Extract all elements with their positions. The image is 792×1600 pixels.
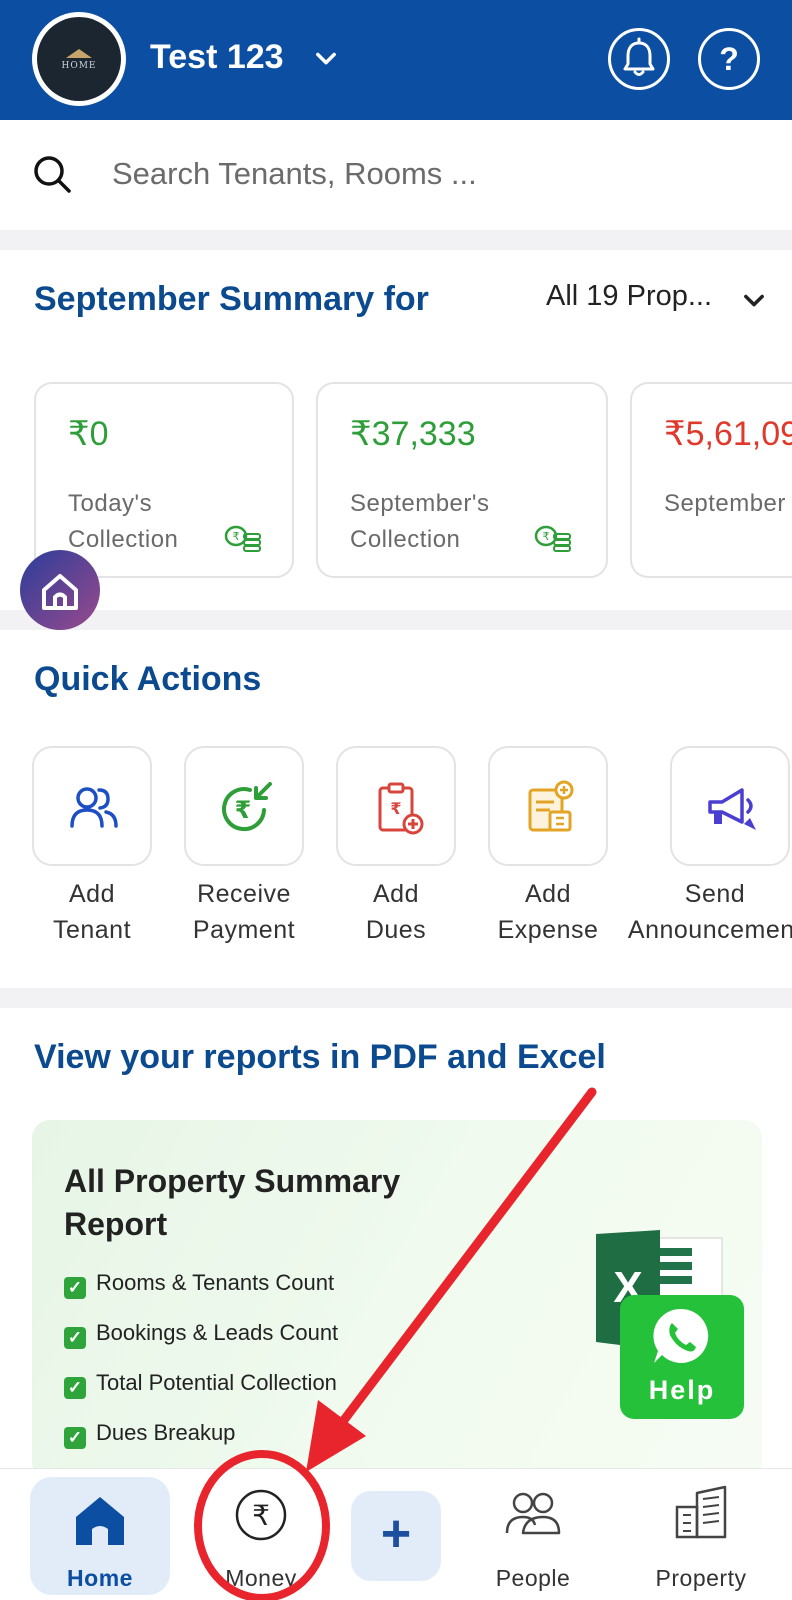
bottom-navigation: Home ₹ Money + People Property [0,1468,792,1600]
help-button[interactable]: ? [698,28,760,90]
add-tenant-label: Add Tenant [52,880,132,944]
whatsapp-help-button[interactable]: Help [620,1295,744,1419]
account-name[interactable]: Test 123 [150,38,284,77]
building-icon [675,1485,727,1539]
top-header: HOME Test 123 ? [0,0,792,120]
nav-item-property[interactable]: Property [626,1469,776,1600]
org-logo-avatar[interactable]: HOME [32,12,126,106]
dues-clipboard-icon: ₹ [378,782,424,835]
todays-collection-card[interactable]: ₹0 Today's Collection ₹ [34,382,294,578]
month-collection-card[interactable]: ₹37,333 September's Collection ₹ [316,382,608,578]
home-icon [76,1497,124,1545]
people-icon [505,1492,561,1535]
report-feature: ✓ Bookings & Leads Count [64,1320,338,1349]
month-dues-card[interactable]: ₹5,61,09 September Dues [630,382,792,578]
expense-calculator-icon [528,780,574,832]
nav-item-people[interactable]: People [468,1469,598,1600]
coins-icon: ₹ [534,525,571,552]
rupee-circle-icon: ₹ [235,1489,287,1541]
search-bar [0,120,792,230]
checkbox-icon: ✓ [64,1327,86,1349]
floating-home-button[interactable] [20,550,100,630]
help-label: Help [648,1375,716,1405]
report-feature: ✓ Total Potential Collection [64,1370,337,1399]
report-feature: ✓ Rooms & Tenants Count [64,1270,334,1299]
rupee-receive-icon: ₹ [222,782,272,832]
add-button[interactable]: + [351,1491,441,1581]
card-amount: ₹0 [68,415,109,453]
svg-text:₹: ₹ [252,1499,270,1532]
card-label: September Dues [664,490,792,517]
nav-label: Money [225,1565,297,1591]
house-roof-icon [66,49,92,58]
svg-text:₹: ₹ [233,530,240,543]
svg-text:₹: ₹ [390,799,401,818]
add-dues-button[interactable]: ₹ [336,746,456,866]
nav-label: People [495,1565,571,1591]
svg-text:₹: ₹ [543,530,550,543]
whatsapp-icon [653,1308,709,1363]
search-input[interactable] [112,152,752,196]
add-expense-label: Add Expense [497,880,599,944]
card-label: September's Collection [350,490,490,553]
notifications-button[interactable] [608,28,670,90]
checkbox-icon: ✓ [64,1427,86,1449]
coins-icon: ₹ [224,525,261,552]
nav-item-home[interactable]: Home [30,1469,170,1600]
search-icon [34,156,71,193]
receive-payment-button[interactable]: ₹ [184,746,304,866]
svg-text:₹: ₹ [235,796,252,824]
card-amount: ₹37,333 [350,415,476,453]
users-icon [70,787,118,828]
send-announcement-button[interactable] [670,746,790,866]
add-dues-label: Add Dues [365,880,427,944]
property-filter-select[interactable]: All 19 Prop... [546,280,712,313]
summary-title: September Summary for [34,280,429,318]
quick-actions-section: Quick Actions Add Tenant ₹ Receive Payme… [0,630,792,988]
app-root: HOME Test 123 ? September Summary for Al… [0,0,792,1600]
nav-label: Home [67,1565,133,1591]
report-card-title: All Property Summary Report [64,1163,401,1242]
nav-item-money[interactable]: ₹ Money [196,1469,326,1600]
checkbox-icon: ✓ [64,1377,86,1399]
receive-payment-label: Receive Payment [192,880,296,944]
bell-icon [623,37,655,76]
logo-text: HOME [61,61,97,71]
chevron-down-icon[interactable] [312,44,340,72]
nav-label: Property [655,1565,747,1591]
send-announcement-label: Send Announcement [627,880,792,944]
checkbox-icon: ✓ [64,1277,86,1299]
quick-actions-title: Quick Actions [34,660,262,698]
logo-badge: HOME [37,17,121,101]
chevron-down-icon[interactable] [740,286,768,314]
home-outline-icon [42,574,78,610]
add-expense-button[interactable] [488,746,608,866]
reports-title: View your reports in PDF and Excel [34,1038,606,1076]
megaphone-icon [708,788,756,830]
report-feature: ✓ Dues Breakup [64,1420,235,1449]
monthly-summary-section: September Summary for All 19 Prop... ₹0 … [0,250,792,610]
card-amount: ₹5,61,09 [664,415,792,453]
add-tenant-button[interactable] [32,746,152,866]
